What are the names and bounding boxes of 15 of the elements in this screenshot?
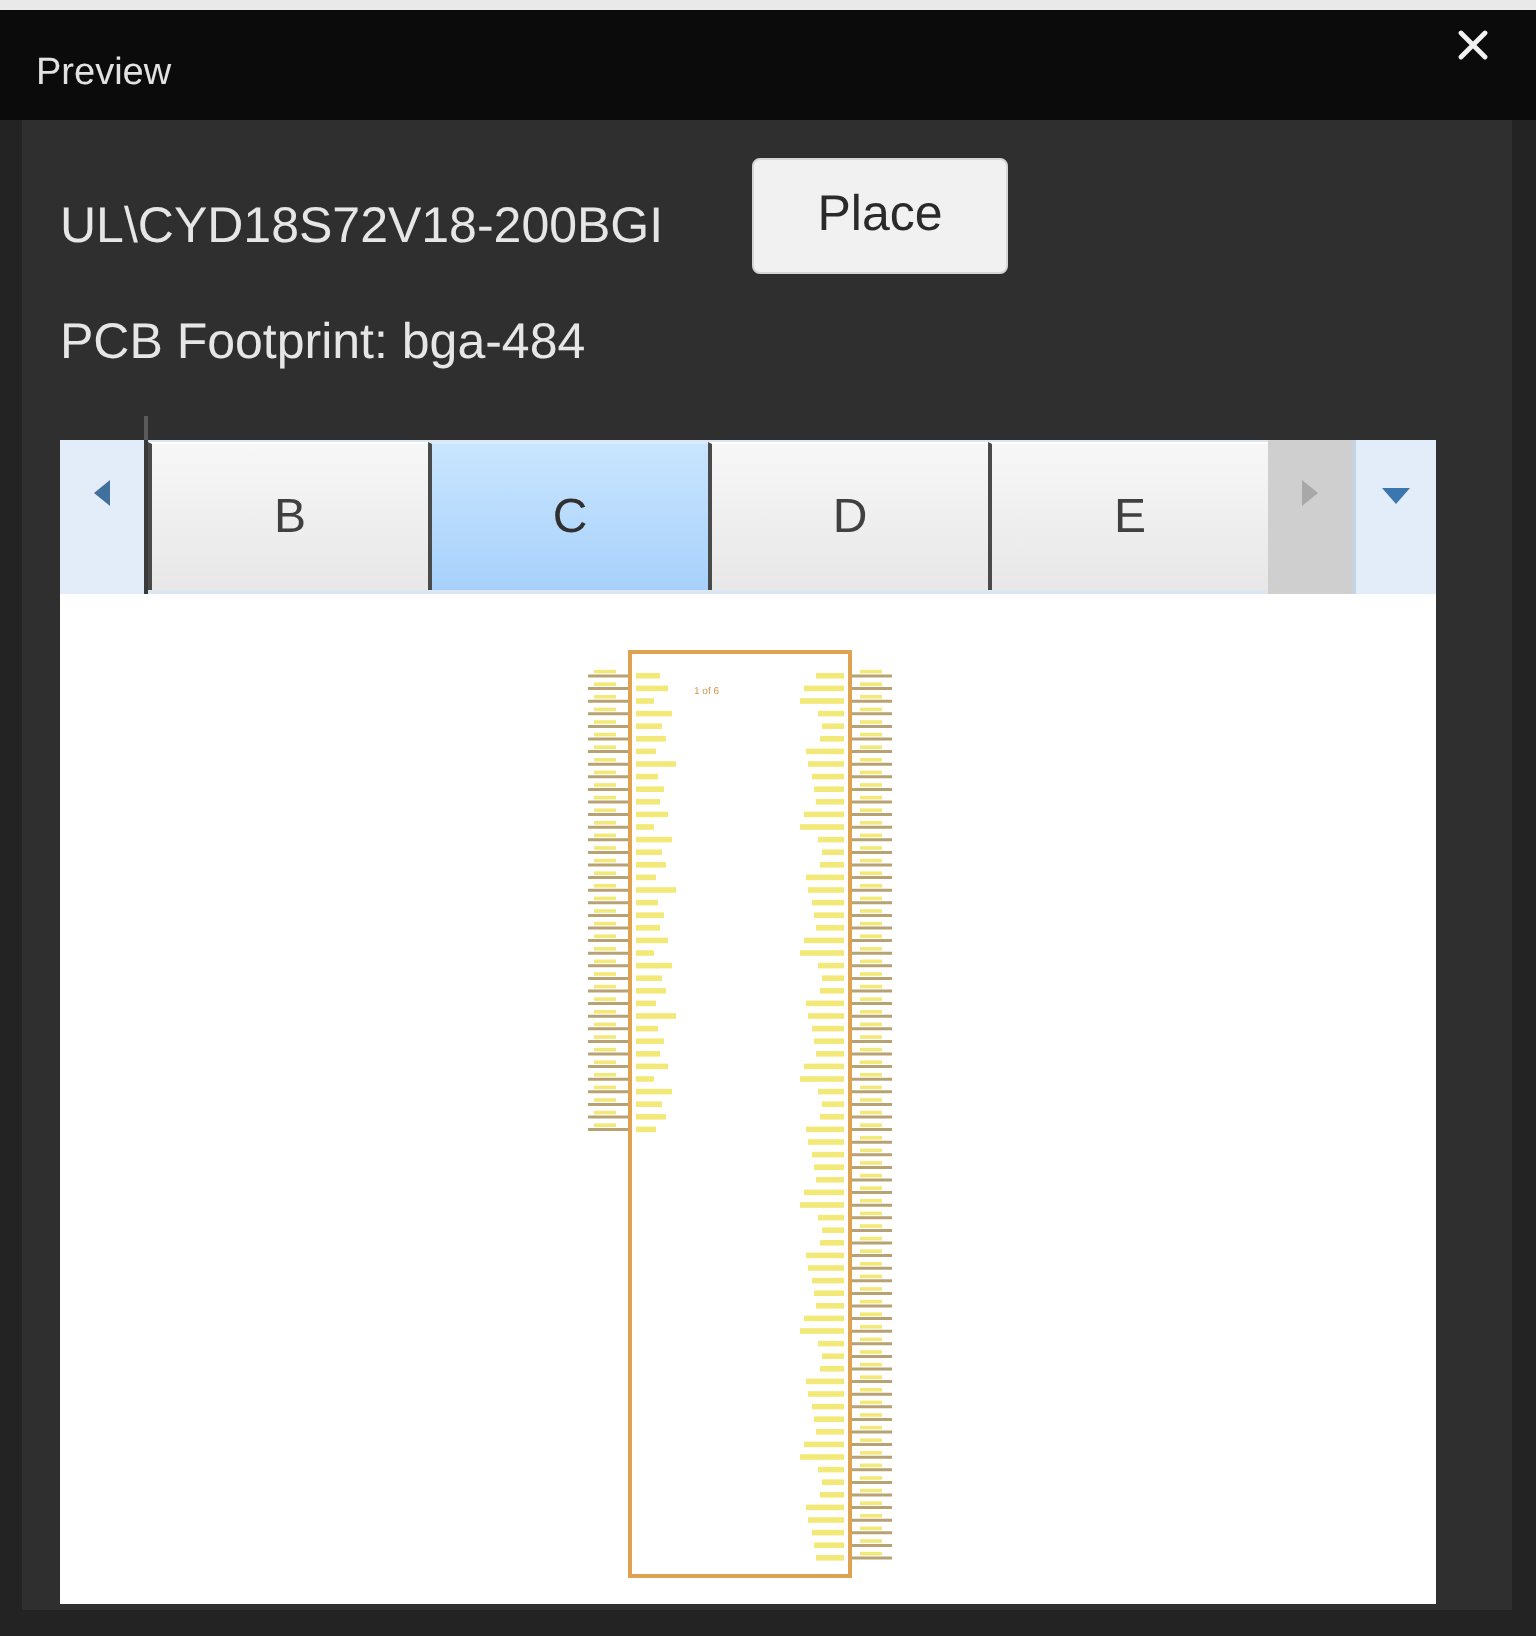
part-name: UL\CYD18S72V18-200BGI [60,198,666,256]
window-title: Preview [36,54,172,94]
scroll-left-button[interactable] [60,440,144,594]
triangle-left-icon [94,480,110,506]
tab[interactable]: C [428,442,708,590]
close-button[interactable] [1458,30,1488,60]
close-icon [1458,30,1488,60]
triangle-right-icon [1302,480,1318,506]
tab[interactable]: D [708,442,988,590]
tab[interactable]: B [148,442,428,590]
tab[interactable]: E [988,442,1268,590]
tab-list-dropdown-button[interactable] [1356,440,1436,594]
caret-down-icon [1382,488,1410,504]
pcb-footprint-label: PCB Footprint: bga-484 [60,314,586,372]
place-button[interactable]: Place [752,158,1008,274]
